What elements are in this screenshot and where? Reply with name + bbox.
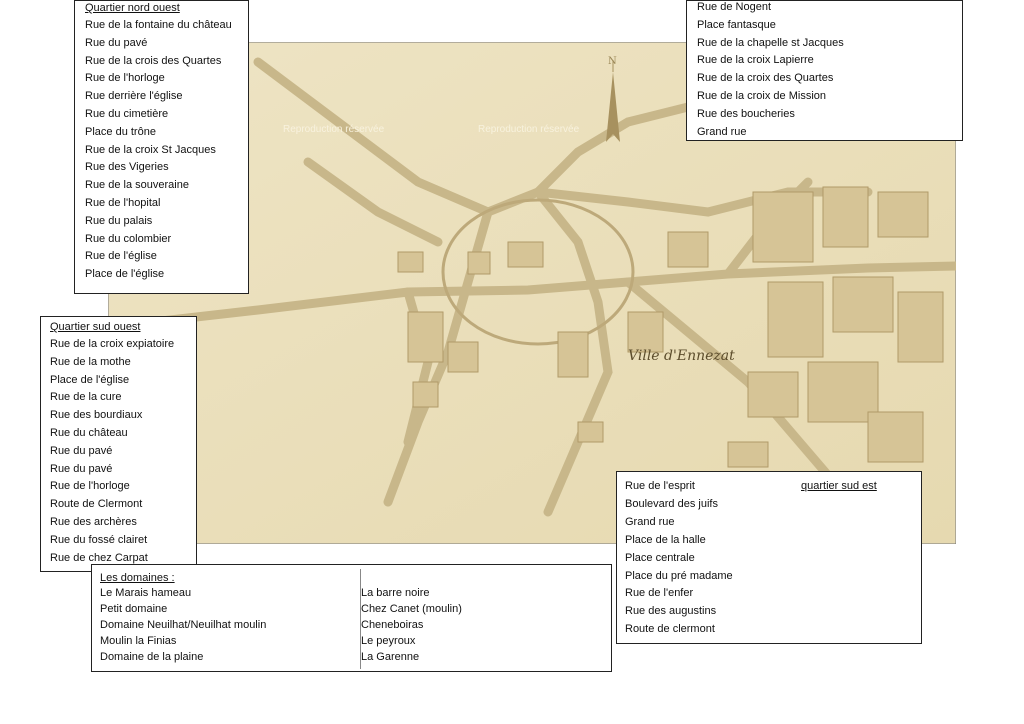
street-item: Rue de la croix de Mission bbox=[697, 89, 827, 102]
domaine-item: Domaine Neuilhat/Neuilhat moulin bbox=[100, 619, 267, 631]
domaine-item: Le Marais hameau bbox=[100, 587, 192, 599]
street-item: Rue de l'horloge bbox=[85, 72, 165, 85]
street-item: Rue de Nogent bbox=[697, 1, 771, 13]
domaine-item: La barre noire bbox=[361, 587, 430, 599]
street-item: Rue de la croix St Jacques bbox=[85, 143, 216, 156]
street-item: Rue du pavé bbox=[50, 444, 113, 457]
quartier-sud-est-heading: quartier sud est bbox=[801, 480, 877, 492]
street-item: Place de l'église bbox=[85, 268, 165, 281]
domaine-item: Domaine de la plaine bbox=[100, 651, 204, 663]
street-item: Rue du fossé clairet bbox=[50, 533, 148, 546]
domaine-item: Chez Canet (moulin) bbox=[361, 603, 462, 615]
street-item: Rue de l'église bbox=[85, 250, 157, 263]
street-item: Grand rue bbox=[625, 515, 675, 528]
domaine-item: La Garenne bbox=[361, 651, 420, 663]
domaines-heading: Les domaines : bbox=[100, 572, 175, 584]
street-item: Rue des bourdiaux bbox=[50, 409, 143, 422]
street-item: Rue de la souveraine bbox=[85, 179, 189, 192]
street-item: Grand rue bbox=[697, 125, 747, 138]
quartier-sud-est-panel: quartier sud est Rue de l'esprit Bouleva… bbox=[616, 471, 922, 644]
watermark-right: Reproduction réservée bbox=[478, 124, 580, 135]
street-item: Place du trône bbox=[85, 125, 156, 138]
street-item: Rue de la chapelle st Jacques bbox=[697, 36, 844, 49]
watermark-left: Reproduction réservée bbox=[283, 124, 385, 135]
quartier-nord-est-panel: Rue de Nogent Place fantasque Rue de la … bbox=[686, 0, 963, 141]
street-item: Rue de l'horloge bbox=[50, 480, 130, 493]
quartier-sud-ouest-heading: Quartier sud ouest bbox=[50, 321, 141, 333]
domaine-item: Moulin la Finias bbox=[100, 635, 177, 647]
street-item: Rue du pavé bbox=[50, 462, 113, 475]
street-item: Rue du cimetière bbox=[85, 107, 169, 120]
domaines-column-2: La barre noire Chez Canet (moulin) Chene… bbox=[361, 585, 462, 665]
domaine-item: Cheneboiras bbox=[361, 619, 424, 631]
street-item: Rue du château bbox=[50, 426, 128, 439]
domaines-column-1: Les domaines : Le Marais hameau Petit do… bbox=[100, 571, 266, 665]
street-item: Rue des boucheries bbox=[697, 107, 795, 120]
street-item: Rue de la fontaine du château bbox=[85, 19, 232, 31]
street-item: Rue derrière l'église bbox=[85, 90, 183, 103]
street-item: Rue de l'hopital bbox=[85, 196, 161, 209]
street-item: Rue du pavé bbox=[85, 36, 148, 49]
quartier-sud-ouest-panel: Quartier sud ouest Rue de la croix expia… bbox=[40, 316, 197, 572]
street-item: Rue de l'enfer bbox=[625, 587, 694, 600]
street-item: Rue de la croix des Quartes bbox=[697, 72, 834, 85]
street-item: Boulevard des juifs bbox=[625, 497, 718, 510]
domaine-item: Petit domaine bbox=[100, 603, 168, 615]
street-item: Place de la halle bbox=[625, 533, 706, 546]
quartier-nord-ouest-heading: Quartier nord ouest bbox=[85, 2, 180, 14]
street-item: Route de Clermont bbox=[50, 498, 143, 511]
street-item: Rue de la crois des Quartes bbox=[85, 54, 222, 67]
street-item: Place centrale bbox=[625, 551, 695, 564]
street-item: Place de l'église bbox=[50, 373, 130, 386]
north-arrow-label: N bbox=[608, 56, 617, 67]
street-item: Place du pré madame bbox=[625, 569, 733, 582]
quartier-nord-ouest-panel: Quartier nord ouest Rue de la fontaine d… bbox=[74, 0, 249, 294]
street-item: Rue de la croix expiatoire bbox=[50, 338, 175, 350]
street-item: Rue de la croix Lapierre bbox=[697, 54, 814, 67]
street-item: Rue de la cure bbox=[50, 391, 122, 404]
domaines-panel: Les domaines : Le Marais hameau Petit do… bbox=[91, 564, 612, 672]
street-item: Rue des Vigeries bbox=[85, 161, 169, 174]
street-item: Rue des archères bbox=[50, 515, 137, 528]
street-item: Rue du colombier bbox=[85, 232, 172, 245]
street-item: Rue de la mothe bbox=[50, 355, 131, 368]
street-item: Rue des augustins bbox=[625, 605, 717, 618]
street-item: Route de clermont bbox=[625, 623, 715, 636]
map-title: Ville d'Ennezat bbox=[628, 348, 735, 364]
domaine-item: Le peyroux bbox=[361, 635, 416, 647]
street-item: Rue du palais bbox=[85, 214, 153, 227]
street-item: Place fantasque bbox=[697, 18, 776, 31]
